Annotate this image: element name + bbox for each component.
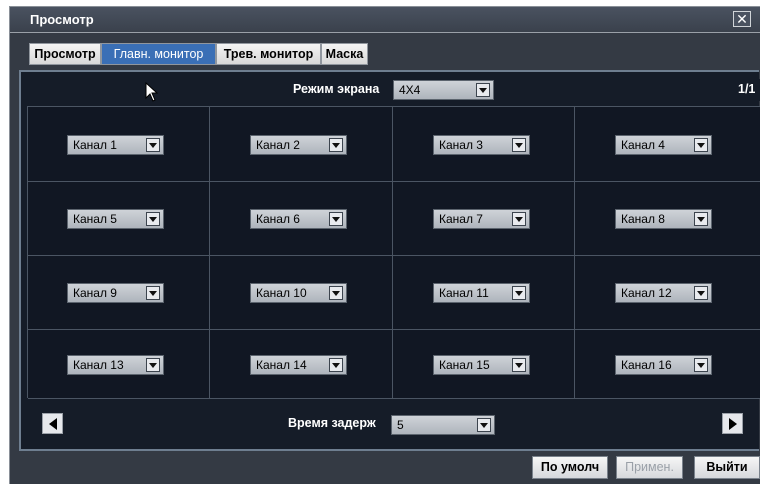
channel-cell: Канал 1 <box>28 107 210 182</box>
dwell-row: Время задерж 5 <box>21 404 760 444</box>
channel-select-value: Канал 15 <box>439 358 490 372</box>
channel-grid: Канал 1 Канал 2 Канал 3 Канал 4 Канал 5 Канал… <box>27 106 760 399</box>
screen-mode-value: 4X4 <box>399 83 421 97</box>
channel-select-value: Канал 4 <box>621 138 665 152</box>
channel-select[interactable]: Канал 10 <box>250 283 347 303</box>
channel-select-value: Канал 2 <box>256 138 300 152</box>
chevron-down-icon <box>477 418 491 432</box>
chevron-down-icon <box>329 286 343 300</box>
channel-select[interactable]: Канал 12 <box>615 283 712 303</box>
chevron-down-icon <box>512 138 526 152</box>
prev-page-button[interactable] <box>42 413 63 434</box>
channel-select[interactable]: Канал 15 <box>433 355 530 375</box>
apply-button[interactable]: Примен. <box>616 456 683 479</box>
channel-cell: Канал 5 <box>28 182 210 256</box>
channel-cell: Канал 2 <box>210 107 393 182</box>
channel-select[interactable]: Канал 16 <box>615 355 712 375</box>
channel-cell: Канал 8 <box>575 182 760 256</box>
tab-main-monitor[interactable]: Главн. монитор <box>101 43 216 65</box>
chevron-down-icon <box>476 83 490 97</box>
tab-alarm-monitor[interactable]: Трев. монитор <box>216 43 321 65</box>
chevron-down-icon <box>694 212 708 226</box>
channel-select[interactable]: Канал 14 <box>250 355 347 375</box>
channel-select-value: Канал 3 <box>439 138 483 152</box>
channel-cell: Канал 9 <box>28 256 210 330</box>
chevron-down-icon <box>694 138 708 152</box>
title-bar: Просмотр ✕ <box>10 7 760 33</box>
channel-select[interactable]: Канал 13 <box>67 355 164 375</box>
channel-select[interactable]: Канал 3 <box>433 135 530 155</box>
channel-select[interactable]: Канал 7 <box>433 209 530 229</box>
tab-preview[interactable]: Просмотр <box>29 43 101 65</box>
chevron-down-icon <box>329 138 343 152</box>
chevron-down-icon <box>512 286 526 300</box>
channel-cell: Канал 16 <box>575 330 760 399</box>
channel-select[interactable]: Канал 4 <box>615 135 712 155</box>
screen-mode-label: Режим экрана <box>293 82 380 96</box>
chevron-down-icon <box>694 358 708 372</box>
dwell-label: Время задерж <box>288 416 376 430</box>
chevron-down-icon <box>329 212 343 226</box>
chevron-down-icon <box>146 286 160 300</box>
channel-select-value: Канал 7 <box>439 212 483 226</box>
mouse-cursor-icon <box>145 81 159 107</box>
chevron-down-icon <box>512 212 526 226</box>
close-icon[interactable]: ✕ <box>733 11 751 27</box>
channel-select[interactable]: Канал 9 <box>67 283 164 303</box>
page-indicator: 1/1 <box>738 82 756 96</box>
tab-mask[interactable]: Маска <box>321 43 368 65</box>
exit-button[interactable]: Выйти <box>694 456 760 479</box>
chevron-down-icon <box>146 138 160 152</box>
channel-select-value: Канал 14 <box>256 358 307 372</box>
channel-select[interactable]: Канал 8 <box>615 209 712 229</box>
channel-cell: Канал 12 <box>575 256 760 330</box>
channel-select-value: Канал 1 <box>73 138 117 152</box>
next-page-button[interactable] <box>722 413 743 434</box>
chevron-down-icon <box>329 358 343 372</box>
default-button[interactable]: По умолч <box>532 456 608 479</box>
channel-cell: Канал 7 <box>393 182 575 256</box>
channel-select-value: Канал 5 <box>73 212 117 226</box>
channel-cell: Канал 3 <box>393 107 575 182</box>
channel-cell: Канал 6 <box>210 182 393 256</box>
channel-select-value: Канал 9 <box>73 286 117 300</box>
channel-select-value: Канал 10 <box>256 286 307 300</box>
chevron-down-icon <box>694 286 708 300</box>
chevron-down-icon <box>512 358 526 372</box>
chevron-down-icon <box>146 358 160 372</box>
channel-select[interactable]: Канал 6 <box>250 209 347 229</box>
screen-mode-row: Режим экрана 4X4 1/1 <box>21 79 760 101</box>
channel-select-value: Канал 13 <box>73 358 124 372</box>
channel-select-value: Канал 11 <box>439 286 489 300</box>
screen-mode-select[interactable]: 4X4 <box>393 80 494 100</box>
dwell-value: 5 <box>397 418 404 432</box>
channel-select-value: Канал 16 <box>621 358 672 372</box>
channel-select[interactable]: Канал 11 <box>433 283 530 303</box>
channel-select-value: Канал 12 <box>621 286 672 300</box>
chevron-down-icon <box>146 212 160 226</box>
dwell-select[interactable]: 5 <box>391 415 495 435</box>
channel-select-value: Канал 6 <box>256 212 300 226</box>
channel-cell: Канал 11 <box>393 256 575 330</box>
channel-select-value: Канал 8 <box>621 212 665 226</box>
channel-select[interactable]: Канал 1 <box>67 135 164 155</box>
channel-cell: Канал 4 <box>575 107 760 182</box>
channel-select[interactable]: Канал 5 <box>67 209 164 229</box>
channel-cell: Канал 13 <box>28 330 210 399</box>
channel-select[interactable]: Канал 2 <box>250 135 347 155</box>
channel-cell: Канал 15 <box>393 330 575 399</box>
channel-cell: Канал 10 <box>210 256 393 330</box>
channel-cell: Канал 14 <box>210 330 393 399</box>
window-title: Просмотр <box>30 12 94 27</box>
